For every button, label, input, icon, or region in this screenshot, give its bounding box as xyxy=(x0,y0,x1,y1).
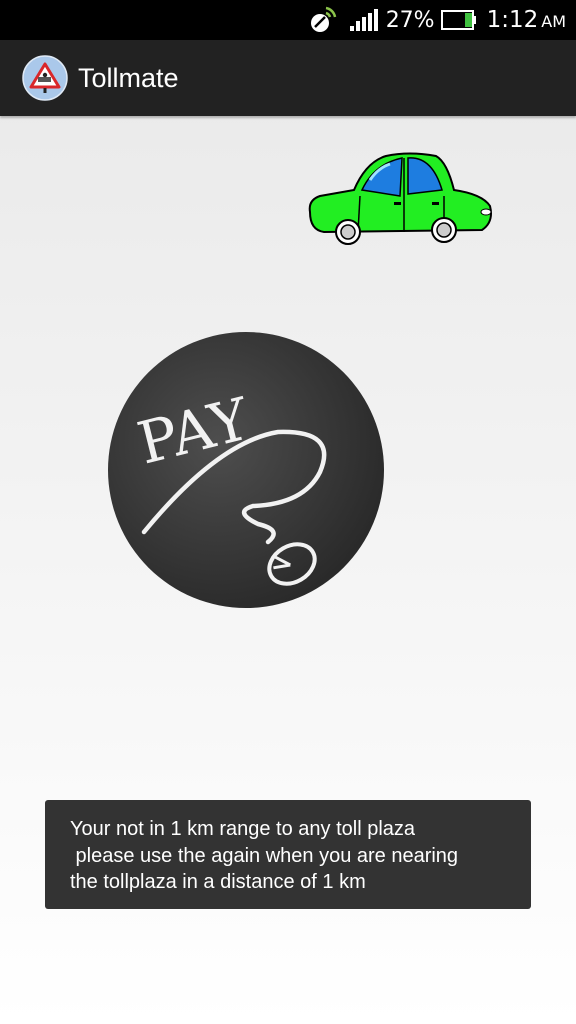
battery-percentage: 27% xyxy=(385,7,435,33)
clock: 1:12 AM xyxy=(487,7,566,33)
chalkboard-pay-with-mouse-illustration[interactable]: PAY xyxy=(108,332,384,608)
app-title: Tollmate xyxy=(78,62,179,93)
satellite-gps-icon xyxy=(310,6,336,32)
signal-strength-icon xyxy=(349,9,378,31)
toast-message: Your not in 1 km range to any toll plaza… xyxy=(45,800,531,909)
clock-meridiem: AM xyxy=(541,12,566,31)
green-car-illustration xyxy=(308,152,492,245)
battery-icon xyxy=(440,10,476,30)
status-bar: 27% 1:12 AM xyxy=(0,0,576,40)
action-bar: Tollmate xyxy=(0,40,576,116)
clock-time: 1:12 xyxy=(486,7,539,33)
toll-warning-sign-icon[interactable] xyxy=(22,55,68,101)
